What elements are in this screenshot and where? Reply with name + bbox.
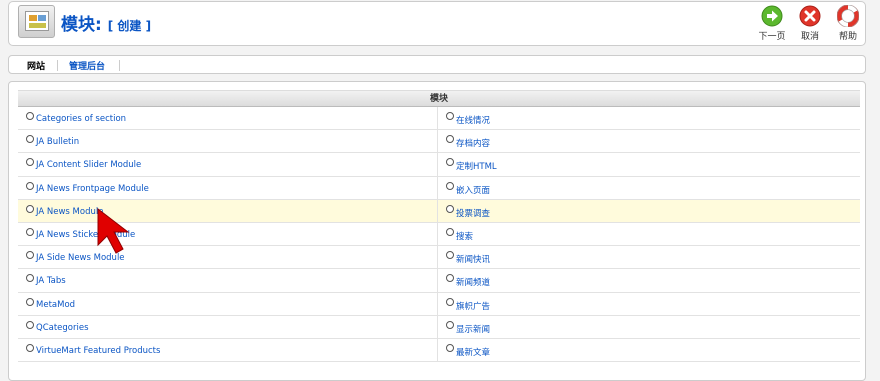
module-table: 模块 Categories of section 在线情况 JA Bulleti… xyxy=(18,90,860,363)
module-label[interactable]: VirtueMart Featured Products xyxy=(36,346,160,356)
help-button[interactable]: 帮助 xyxy=(829,5,867,45)
toolbar: 模块: [ 创建 ] 下一页 取消 帮助 xyxy=(8,1,866,46)
module-label[interactable]: JA News Module xyxy=(36,207,103,217)
next-button-label: 下一页 xyxy=(758,32,786,42)
table-row: JA Side News Module 新闻快讯 xyxy=(18,246,860,270)
cancel-button[interactable]: 取消 xyxy=(791,5,829,45)
module-list-panel: 模块 Categories of section 在线情况 JA Bulleti… xyxy=(8,81,866,381)
table-row: VirtueMart Featured Products 最新文章 xyxy=(18,338,860,363)
module-option[interactable]: QCategories xyxy=(18,315,438,338)
module-label[interactable]: JA News Frontpage Module xyxy=(36,184,149,194)
module-option[interactable]: JA Side News Module xyxy=(18,246,438,269)
module-option[interactable]: 搜索 xyxy=(438,223,860,245)
table-row: QCategories 显示新闻 xyxy=(18,315,860,339)
cancel-button-label: 取消 xyxy=(800,32,819,42)
table-row: JA Bulletin 存档内容 xyxy=(18,130,860,154)
page-title-text: 模块: xyxy=(61,15,102,35)
module-label[interactable]: 搜索 xyxy=(456,230,473,242)
module-manager-icon xyxy=(18,5,55,38)
module-option[interactable]: JA News Frontpage Module xyxy=(18,176,438,199)
table-row: Categories of section 在线情况 xyxy=(18,107,860,131)
help-lifebuoy-icon xyxy=(837,5,859,27)
subnav-divider xyxy=(119,60,120,71)
module-label[interactable]: JA Bulletin xyxy=(36,137,79,147)
module-radio[interactable] xyxy=(446,112,454,120)
module-radio[interactable] xyxy=(26,158,34,167)
module-option[interactable]: Categories of section xyxy=(18,107,438,130)
page-title: 模块: [ 创建 ] xyxy=(61,10,151,35)
module-label[interactable]: 显示新闻 xyxy=(456,323,490,335)
module-option[interactable]: 新闻快讯 xyxy=(438,246,860,268)
module-option[interactable]: 旗帜广告 xyxy=(438,293,860,315)
module-option[interactable]: 最新文章 xyxy=(438,339,860,361)
module-option[interactable]: JA Bulletin xyxy=(18,130,438,153)
module-radio[interactable] xyxy=(26,251,34,260)
page-subtitle: [ 创建 ] xyxy=(107,19,152,33)
module-label[interactable]: 嵌入页面 xyxy=(456,184,490,196)
cancel-x-icon xyxy=(799,5,821,27)
table-row: JA Content Slider Module 定制HTML xyxy=(18,153,860,177)
module-radio[interactable] xyxy=(26,274,34,283)
module-label[interactable]: QCategories xyxy=(36,323,89,333)
module-radio[interactable] xyxy=(26,320,34,329)
module-label[interactable]: 存档内容 xyxy=(456,137,490,149)
table-row: JA News Frontpage Module 嵌入页面 xyxy=(18,176,860,200)
module-option[interactable]: VirtueMart Featured Products xyxy=(18,338,438,362)
table-row: JA Tabs 新闻频道 xyxy=(18,269,860,293)
module-radio[interactable] xyxy=(446,204,454,213)
module-option[interactable]: JA News Module xyxy=(18,199,438,222)
module-label[interactable]: 最新文章 xyxy=(456,346,490,358)
module-radio[interactable] xyxy=(446,158,454,167)
mouse-pointer-icon xyxy=(97,207,130,254)
next-button[interactable]: 下一页 xyxy=(753,5,791,45)
module-radio[interactable] xyxy=(26,135,34,144)
tab-administrator[interactable]: 管理后台 xyxy=(69,59,105,72)
module-option[interactable]: 新闻频道 xyxy=(438,269,860,291)
module-label[interactable]: 新闻频道 xyxy=(456,276,490,288)
module-option[interactable]: JA Content Slider Module xyxy=(18,153,438,176)
subnav-divider xyxy=(57,60,58,71)
module-option[interactable]: 显示新闻 xyxy=(438,316,860,338)
table-row: JA News Sticker Module 搜索 xyxy=(18,222,860,247)
module-label[interactable]: 定制HTML xyxy=(456,160,497,172)
module-label[interactable]: 旗帜广告 xyxy=(456,300,490,312)
client-subnav: 网站 管理后台 xyxy=(8,55,866,74)
help-button-label: 帮助 xyxy=(838,32,857,42)
module-radio[interactable] xyxy=(446,343,454,352)
module-option[interactable]: 嵌入页面 xyxy=(438,177,860,199)
module-radio[interactable] xyxy=(446,251,454,260)
module-label[interactable]: JA Content Slider Module xyxy=(36,160,141,170)
module-radio[interactable] xyxy=(26,297,34,306)
module-radio[interactable] xyxy=(446,181,454,190)
module-option[interactable]: 定制HTML xyxy=(438,153,860,175)
module-option[interactable]: 存档内容 xyxy=(438,130,860,152)
module-radio[interactable] xyxy=(26,343,34,352)
module-label[interactable]: 投票调查 xyxy=(456,207,490,219)
module-table-header: 模块 xyxy=(18,90,860,107)
module-label[interactable]: 在线情况 xyxy=(456,114,490,126)
module-radio[interactable] xyxy=(26,112,34,120)
module-label[interactable]: Categories of section xyxy=(36,114,126,124)
module-radio[interactable] xyxy=(26,204,34,213)
module-radio[interactable] xyxy=(446,135,454,144)
module-radio[interactable] xyxy=(446,274,454,283)
table-row-highlighted: JA News Module 投票调查 xyxy=(18,199,860,223)
module-radio[interactable] xyxy=(446,227,454,236)
module-radio[interactable] xyxy=(446,297,454,306)
module-radio[interactable] xyxy=(26,181,34,190)
tab-site[interactable]: 网站 xyxy=(27,59,45,72)
module-radio[interactable] xyxy=(26,227,34,236)
module-option[interactable]: MetaMod xyxy=(18,292,438,315)
module-option[interactable]: JA News Sticker Module xyxy=(18,222,438,246)
module-label[interactable]: 新闻快讯 xyxy=(456,253,490,265)
next-arrow-icon xyxy=(761,5,783,27)
table-row: MetaMod 旗帜广告 xyxy=(18,292,860,316)
module-option[interactable]: JA Tabs xyxy=(18,269,438,292)
module-radio[interactable] xyxy=(446,320,454,329)
module-option[interactable]: 投票调查 xyxy=(438,200,860,222)
module-label[interactable]: JA Tabs xyxy=(36,276,66,286)
module-label[interactable]: MetaMod xyxy=(36,300,75,310)
module-option[interactable]: 在线情况 xyxy=(438,107,860,129)
